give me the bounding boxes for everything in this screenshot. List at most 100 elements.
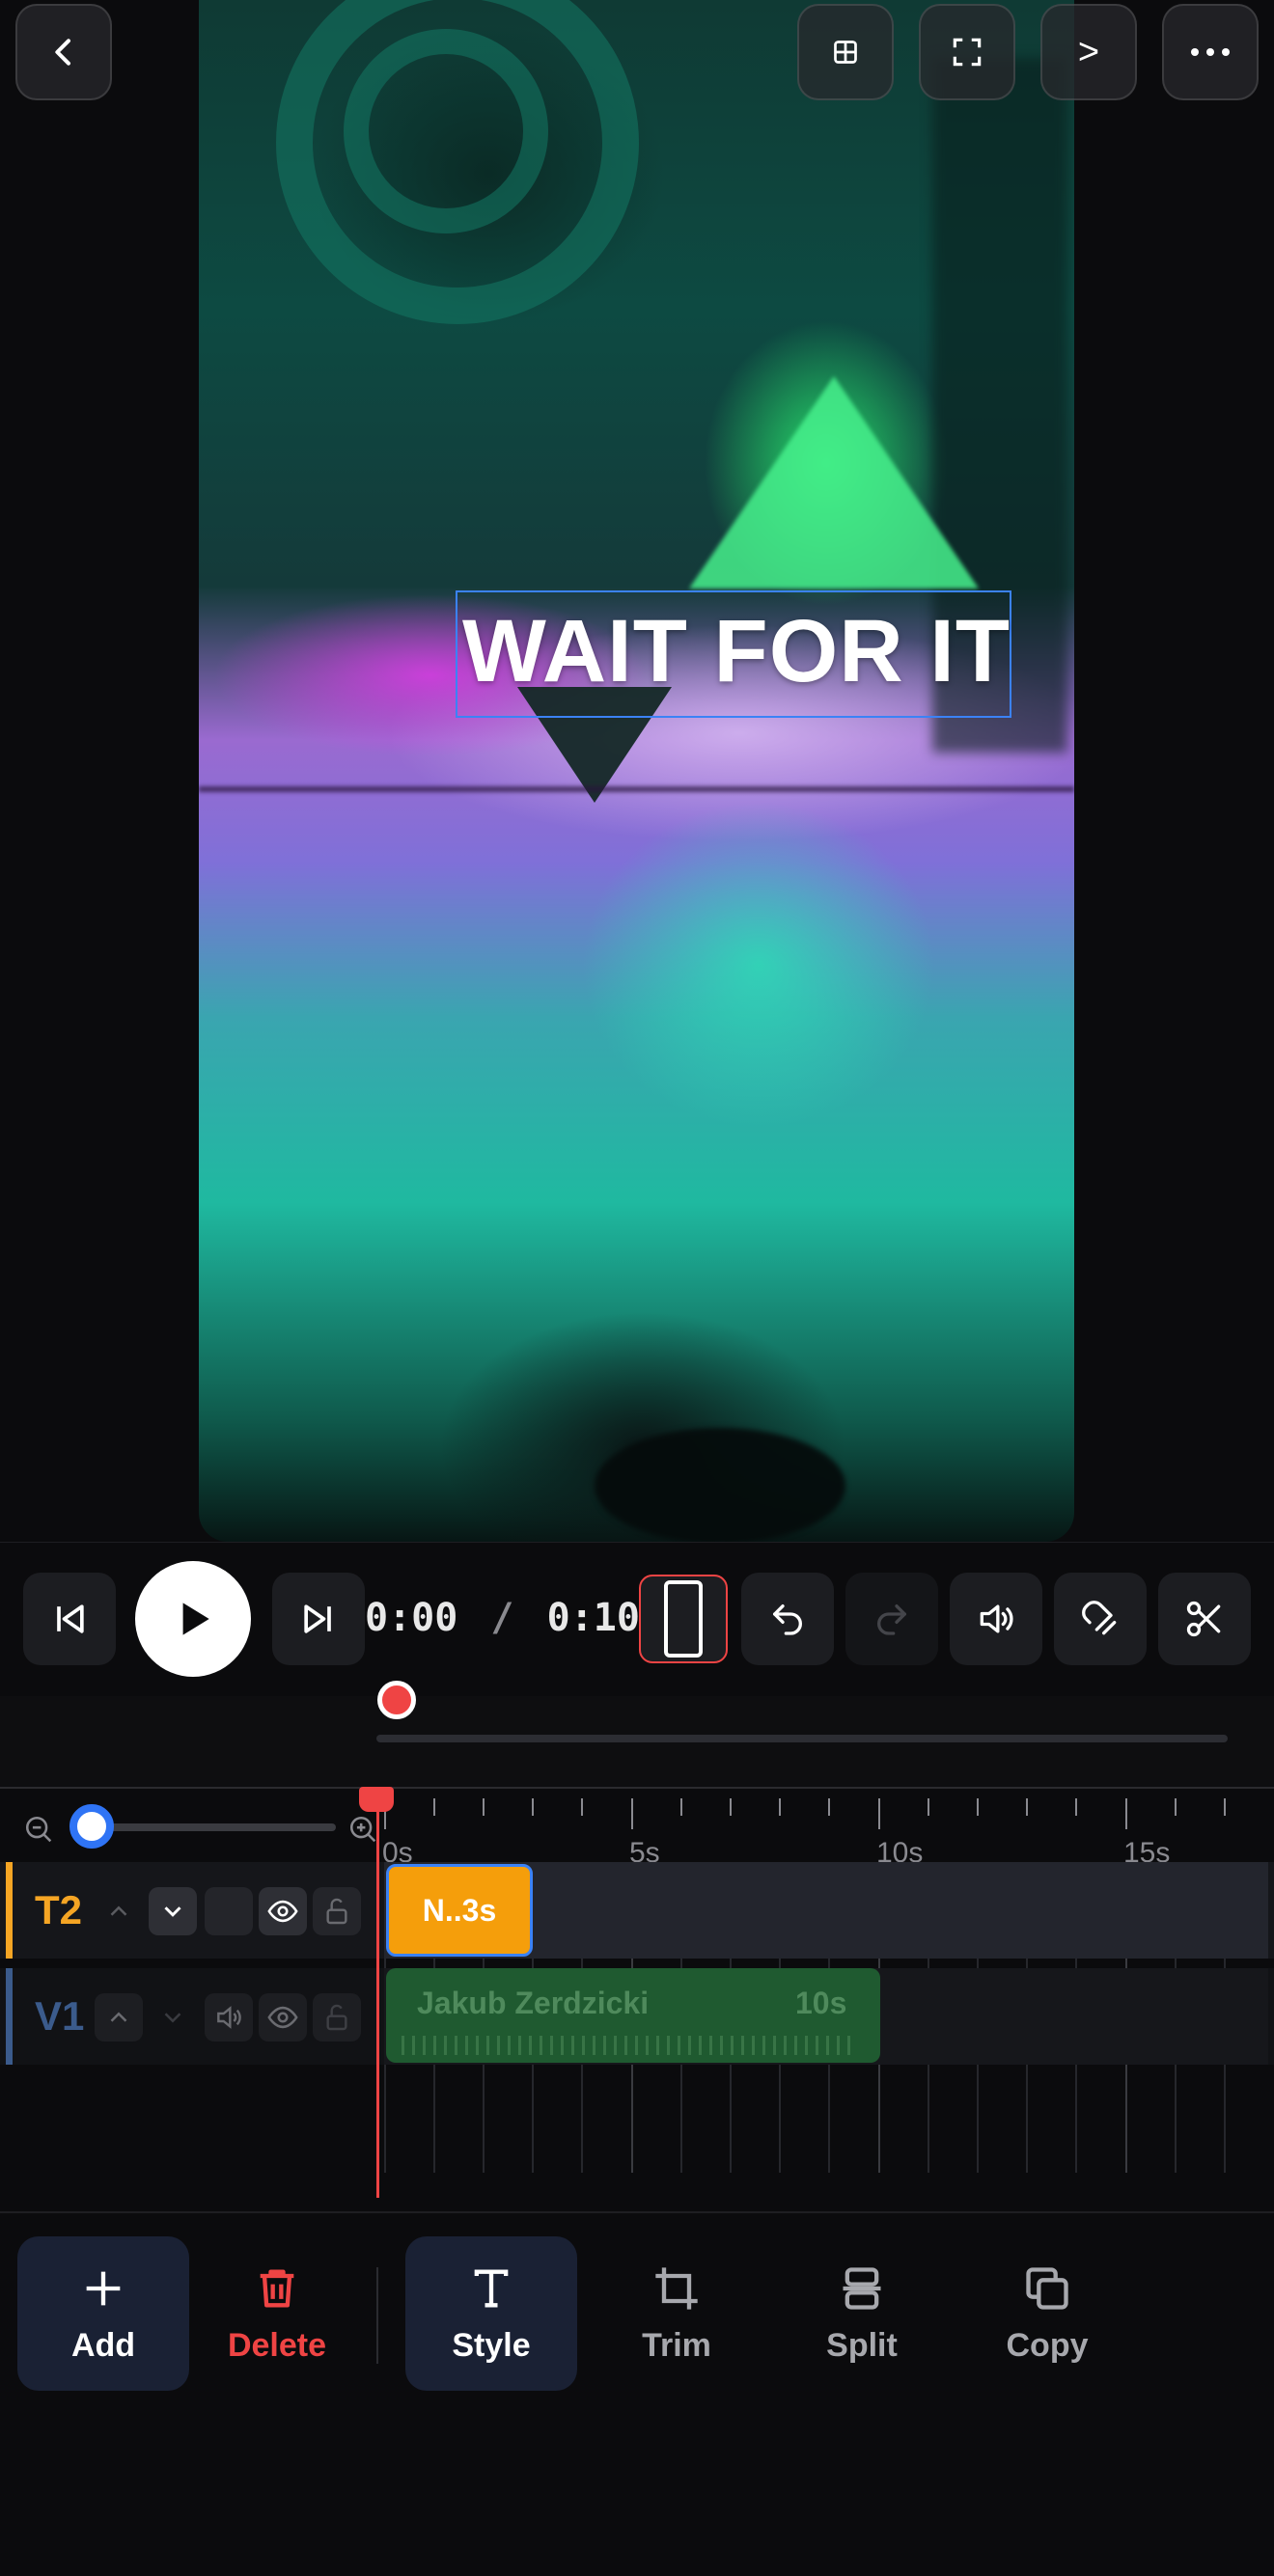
track-mute-button[interactable] [205, 1993, 253, 2042]
zoom-slider-track[interactable] [75, 1823, 336, 1831]
skip-to-end-button[interactable] [272, 1573, 365, 1665]
skip-back-icon [57, 1604, 84, 1633]
fan-shape-inner [344, 29, 548, 233]
trash-icon [260, 2269, 294, 2307]
ruler-tick [483, 1798, 485, 1816]
delete-label: Delete [227, 2326, 327, 2364]
redo-icon [877, 1604, 906, 1635]
track-color-bar-v1 [6, 1968, 13, 2065]
track-move-down-button[interactable] [149, 1887, 197, 1935]
chevron-up-icon [110, 2012, 127, 2022]
ruler-tick [977, 1798, 979, 1816]
trim-button[interactable]: Trim [591, 2236, 762, 2391]
track-lock-button[interactable] [313, 1993, 361, 2042]
add-button[interactable]: Add [17, 2236, 189, 2391]
magnet-icon [1082, 1601, 1117, 1635]
ruler-tick [1224, 1798, 1226, 1816]
undo-icon [773, 1604, 802, 1635]
track-color-bar-t2 [6, 1862, 13, 1959]
chevron-down-icon [164, 1906, 181, 1917]
ruler-major-tick [878, 1798, 880, 1829]
style-label: Style [452, 2326, 531, 2364]
copy-icon [1026, 2266, 1068, 2310]
chevron-left-icon [55, 39, 70, 66]
text-clip-label: N..3s [422, 1892, 497, 1928]
time-ruler[interactable]: 0s 5s 10s 15s [376, 1787, 1274, 1869]
video-clip-title: Jakub Zerdzicki [417, 1986, 650, 2020]
unlock-icon [326, 1898, 347, 1925]
more-button[interactable] [1162, 4, 1259, 100]
split-button[interactable]: Split [776, 2236, 948, 2391]
current-time: 0:00 [365, 1596, 458, 1640]
ruler-tick [680, 1798, 682, 1816]
text-clip[interactable]: N..3s [386, 1864, 533, 1957]
chevron-down-icon [164, 2013, 181, 2023]
crop-icon [655, 2266, 698, 2310]
scrub-playhead-marker[interactable] [377, 1681, 416, 1719]
track-move-down-button[interactable] [149, 1993, 197, 2042]
fullscreen-icon [953, 38, 982, 67]
video-clip-duration: 10s [795, 1986, 847, 2020]
undo-button[interactable] [741, 1573, 834, 1665]
audio-waveform [402, 2036, 855, 2055]
ruler-tick [1075, 1798, 1077, 1816]
skip-to-start-button[interactable] [23, 1573, 116, 1665]
video-clip[interactable]: Jakub Zerdzicki 10s [386, 1968, 880, 2063]
time-separator: / [490, 1596, 514, 1640]
track-visibility-button[interactable] [259, 1887, 307, 1935]
ruler-tick [581, 1798, 583, 1816]
volume-button[interactable] [950, 1573, 1042, 1665]
ruler-tick [532, 1798, 534, 1816]
grid-button[interactable] [797, 4, 894, 100]
bed-screw [595, 1428, 845, 1542]
cut-button[interactable] [1158, 1573, 1251, 1665]
timeline-playhead[interactable] [376, 1793, 379, 2198]
next-label: > [1077, 31, 1100, 72]
add-label: Add [70, 2326, 136, 2364]
split-label: Split [826, 2326, 898, 2364]
ruler-major-tick [631, 1798, 633, 1829]
print-bed-line [199, 786, 1074, 792]
magnet-snap-button[interactable] [1054, 1573, 1147, 1665]
total-time: 0:10 [546, 1596, 640, 1640]
volume-icon [217, 2006, 241, 2029]
ruler-tick [1175, 1798, 1177, 1816]
chevron-up-icon [110, 1905, 127, 1916]
track-lock-button[interactable] [313, 1887, 361, 1935]
trim-label: Trim [642, 2326, 711, 2364]
scrub-track[interactable] [376, 1735, 1228, 1742]
ruler-tick [779, 1798, 781, 1816]
track-move-up-button[interactable] [95, 1993, 143, 2042]
more-horizontal-icon [1191, 48, 1230, 56]
style-button[interactable]: Style [405, 2236, 577, 2391]
track-move-up-button[interactable] [95, 1887, 143, 1935]
redo-button[interactable] [845, 1573, 938, 1665]
track-label-v1: V1 [35, 1993, 85, 2039]
zoom-slider-thumb[interactable] [69, 1804, 114, 1849]
track-visibility-button[interactable] [259, 1993, 307, 2042]
copy-label: Copy [1006, 2326, 1089, 2364]
grid-icon [834, 41, 857, 64]
time-display: 0:00 / 0:10 [365, 1596, 640, 1640]
fullscreen-button[interactable] [919, 4, 1015, 100]
overlay-text[interactable]: WAIT FOR IT [461, 598, 1011, 704]
video-preview[interactable] [199, 0, 1074, 1542]
ruler-tick [433, 1798, 435, 1816]
ruler-major-tick [1125, 1798, 1127, 1829]
next-button[interactable]: > [1040, 4, 1137, 100]
aspect-portrait-icon [664, 1580, 703, 1658]
eye-icon [267, 1900, 298, 1923]
unlock-icon [326, 2004, 347, 2031]
copy-button[interactable]: Copy [961, 2236, 1133, 2391]
zoom-out-icon[interactable] [23, 1814, 56, 1847]
delete-button[interactable]: Delete [191, 2236, 363, 2391]
track-label-t2: T2 [35, 1887, 83, 1932]
text-style-icon [474, 2269, 509, 2307]
play-button[interactable] [135, 1561, 251, 1677]
zoom-in-icon[interactable] [347, 1814, 380, 1847]
aspect-ratio-button[interactable] [639, 1575, 728, 1663]
playhead-handle[interactable] [359, 1787, 394, 1812]
toolbar-divider [376, 2267, 378, 2364]
track-empty-toggle[interactable] [205, 1887, 253, 1935]
back-button[interactable] [15, 4, 112, 100]
